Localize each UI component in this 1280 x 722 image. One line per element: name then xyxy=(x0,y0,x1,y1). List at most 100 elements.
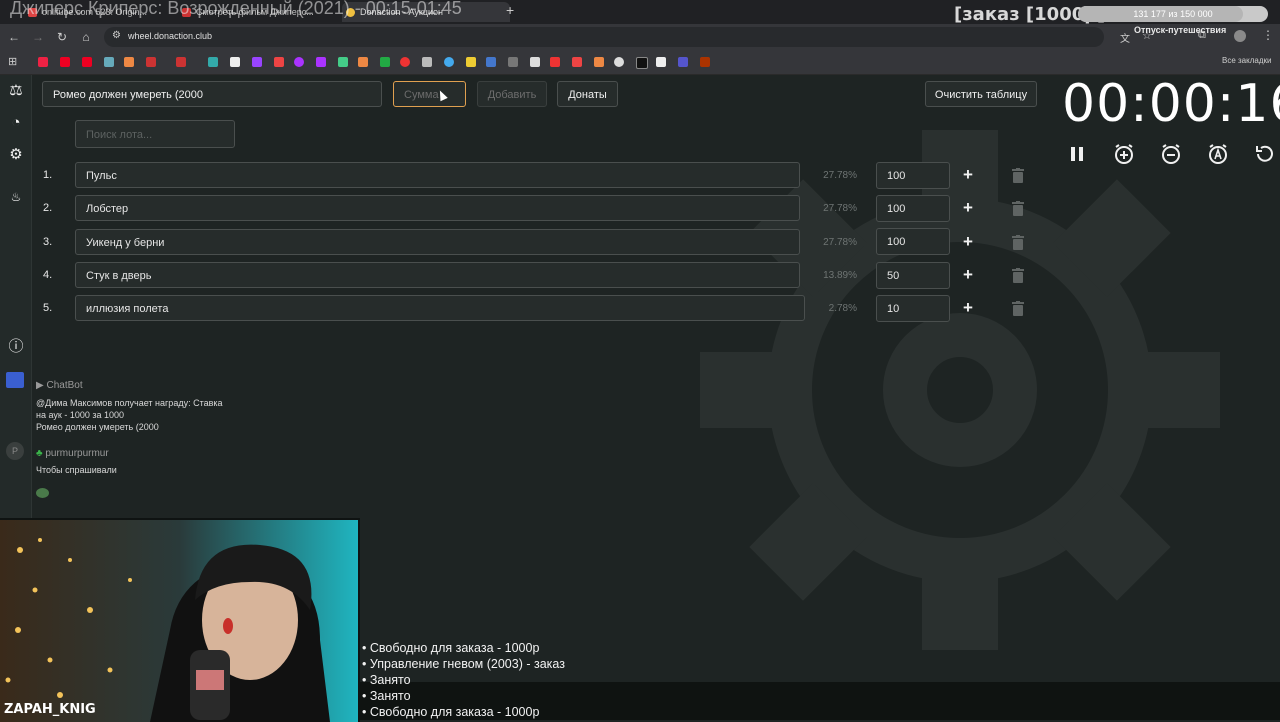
bookmark-icon[interactable] xyxy=(124,57,134,67)
reset-timer-icon[interactable] xyxy=(1253,143,1275,165)
lot-number: 2. xyxy=(43,202,53,214)
lot-amount-field[interactable]: 100 xyxy=(876,162,950,189)
all-bookmarks-link[interactable]: Все закладки xyxy=(1222,56,1271,65)
trash-icon[interactable] xyxy=(1011,268,1025,283)
bookmark-icon[interactable] xyxy=(104,57,114,67)
fire-icon[interactable]: ♨ xyxy=(6,187,26,207)
back-icon[interactable]: ← xyxy=(6,29,22,45)
add-amount-button[interactable]: + xyxy=(961,165,975,185)
home-icon[interactable]: ⌂ xyxy=(78,29,94,45)
bookmark-icon[interactable] xyxy=(486,57,496,67)
new-tab-button[interactable]: + xyxy=(506,2,514,18)
lot-amount-field[interactable]: 10 xyxy=(876,295,950,322)
bookmark-icon[interactable] xyxy=(252,57,262,67)
auction-timer: 00:00:16 xyxy=(1062,74,1280,134)
translate-icon[interactable]: 文 xyxy=(1120,30,1130,45)
bookmark-icon[interactable] xyxy=(146,57,156,67)
order-item: • Управление гневом (2003) - заказ xyxy=(362,657,565,671)
bookmark-icon[interactable] xyxy=(230,57,240,67)
bookmark-icon[interactable] xyxy=(594,57,604,67)
wheel-icon[interactable]: ◔ xyxy=(6,113,26,133)
lot-name-field[interactable]: Стук в дверь xyxy=(75,262,800,288)
bookmark-icon[interactable] xyxy=(38,57,48,67)
bookmark-icon[interactable] xyxy=(508,57,518,67)
menu-icon[interactable]: ⋮ xyxy=(1262,28,1274,42)
forward-icon[interactable]: → xyxy=(30,29,46,45)
bookmark-icon[interactable] xyxy=(294,57,304,67)
bookmark-icon[interactable] xyxy=(444,57,454,67)
bookmark-icon[interactable] xyxy=(550,57,560,67)
amount-input[interactable]: Сумма xyxy=(393,81,466,107)
order-item: • Занято xyxy=(362,689,411,703)
donations-button[interactable]: Донаты xyxy=(557,81,618,107)
bookmark-icon[interactable] xyxy=(678,57,688,67)
add-button[interactable]: Добавить xyxy=(477,81,547,107)
bookmark-icon[interactable] xyxy=(208,57,218,67)
amount-placeholder: Сумма xyxy=(404,89,439,101)
lot-name-field[interactable]: Пульс xyxy=(75,162,800,188)
bookmark-icon[interactable] xyxy=(60,57,70,67)
lot-amount-field[interactable]: 100 xyxy=(876,195,950,222)
auto-timer-icon[interactable] xyxy=(1207,143,1229,165)
bookmarks-bar: ⊞ Все закладки xyxy=(0,50,1280,75)
lot-percent: 27.78% xyxy=(823,203,857,214)
trash-icon[interactable] xyxy=(1011,201,1025,216)
apps-icon[interactable]: ⊞ xyxy=(8,55,17,68)
info-icon[interactable]: ⓘ xyxy=(6,337,26,357)
bookmark-icon[interactable] xyxy=(422,57,432,67)
twitch-integration-icon[interactable] xyxy=(6,372,24,388)
lot-name-input[interactable]: Ромео должен умереть (2000 xyxy=(42,81,382,107)
bookmark-icon[interactable] xyxy=(82,57,92,67)
site-settings-icon[interactable]: ⚙ xyxy=(112,30,121,41)
bookmark-icon[interactable] xyxy=(400,57,410,67)
lot-number: 5. xyxy=(43,302,53,314)
lot-name-field[interactable]: иллюзия полета xyxy=(75,295,805,321)
lot-amount-field[interactable]: 100 xyxy=(876,228,950,255)
pause-icon[interactable] xyxy=(1066,143,1088,165)
stream-movie-title: Джиперс Криперс: Возрожденный (2021) - 0… xyxy=(10,0,462,18)
bookmark-icon[interactable] xyxy=(380,57,390,67)
bookmark-icon[interactable] xyxy=(176,57,186,67)
clear-table-button[interactable]: Очистить таблицу xyxy=(925,81,1037,107)
add-amount-button[interactable]: + xyxy=(961,265,975,285)
add-time-icon[interactable] xyxy=(1113,143,1135,165)
lot-amount-field[interactable]: 50 xyxy=(876,262,950,289)
chat-message-line: Чтобы спрашивали xyxy=(36,465,117,475)
chat-username: ♣ purmurpurmur xyxy=(36,448,109,459)
auction-gavel-icon[interactable]: ⚖ xyxy=(6,81,26,101)
trash-icon[interactable] xyxy=(1011,235,1025,250)
bookmark-icon[interactable] xyxy=(656,57,666,67)
bookmark-icon[interactable] xyxy=(572,57,582,67)
trash-icon[interactable] xyxy=(1011,301,1025,316)
reload-icon[interactable]: ↻ xyxy=(54,29,70,45)
bookmark-icon[interactable] xyxy=(614,57,624,67)
chat-message-line: @Дима Максимов получает награду: Ставка xyxy=(36,398,223,408)
chatbot-icon: ▶ xyxy=(36,380,44,391)
donation-goal-text: 131 177 из 150 000 xyxy=(1133,9,1213,19)
lot-search-input[interactable]: Поиск лота... xyxy=(75,120,235,148)
lot-percent: 2.78% xyxy=(828,303,857,314)
bookmark-icon[interactable] xyxy=(636,57,648,69)
url-text: wheel.donaction.club xyxy=(128,31,213,41)
bookmark-icon[interactable] xyxy=(530,57,540,67)
add-amount-button[interactable]: + xyxy=(961,232,975,252)
add-amount-button[interactable]: + xyxy=(961,198,975,218)
lot-name-field[interactable]: Уикенд у берни xyxy=(75,229,800,255)
trash-icon[interactable] xyxy=(1011,168,1025,183)
bookmark-icon[interactable] xyxy=(466,57,476,67)
url-field[interactable]: ⚙ xyxy=(104,27,1104,47)
lot-percent: 27.78% xyxy=(823,237,857,248)
bookmark-icon[interactable] xyxy=(274,57,284,67)
bookmark-icon[interactable] xyxy=(700,57,710,67)
lot-name-field[interactable]: Лобстер xyxy=(75,195,800,221)
profile-avatar[interactable] xyxy=(1234,30,1246,42)
chat-message-line: Ромео должен умереть (2000 xyxy=(36,422,159,432)
settings-icon[interactable]: ⚙ xyxy=(6,145,26,165)
bookmark-icon[interactable] xyxy=(316,57,326,67)
chat-message-line: на аук - 1000 за 1000 xyxy=(36,410,124,420)
add-amount-button[interactable]: + xyxy=(961,298,975,318)
bookmark-icon[interactable] xyxy=(338,57,348,67)
lot-number: 3. xyxy=(43,236,53,248)
bookmark-icon[interactable] xyxy=(358,57,368,67)
subtract-time-icon[interactable] xyxy=(1160,143,1182,165)
